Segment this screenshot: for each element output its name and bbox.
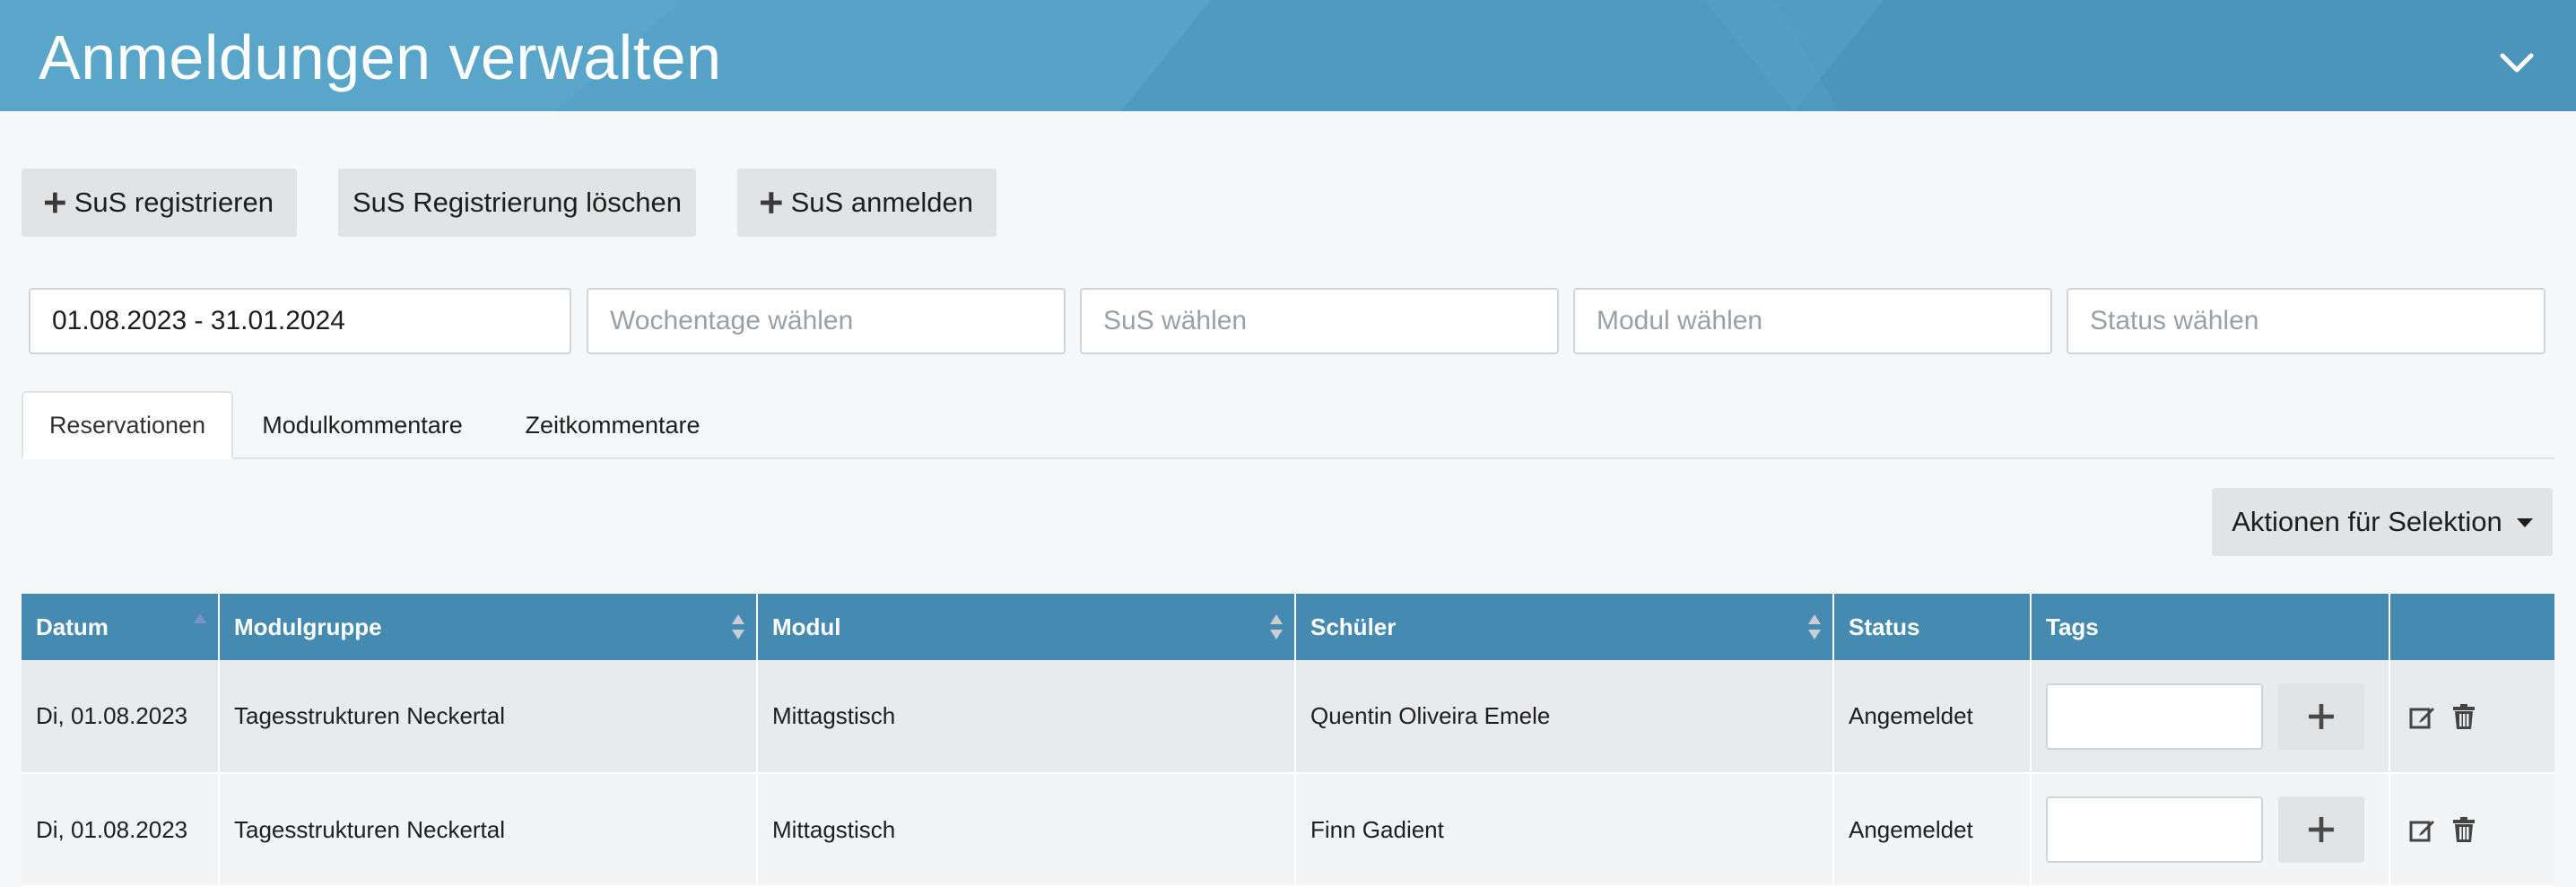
sort-ascending-icon xyxy=(194,613,206,623)
cell-module-group: Tagesstrukturen Neckertal xyxy=(219,660,758,774)
table-header-row: Datum Modulgruppe Modul Schüler Status T… xyxy=(22,594,2554,660)
tag-input[interactable] xyxy=(2046,683,2263,750)
chevron-down-icon[interactable] xyxy=(2497,43,2537,83)
table-row[interactable]: Di, 01.08.2023 Tagesstrukturen Neckertal… xyxy=(22,773,2554,887)
plus-icon xyxy=(45,192,65,213)
column-header-tags-label: Tags xyxy=(2046,613,2099,640)
column-header-student[interactable]: Schüler xyxy=(1295,594,1834,660)
reservations-table: Datum Modulgruppe Modul Schüler Status T… xyxy=(22,594,2554,887)
page-header: Anmeldungen verwalten xyxy=(0,0,2576,111)
plus-icon xyxy=(2309,703,2335,729)
trash-icon[interactable] xyxy=(2450,702,2478,731)
column-header-module-group-label: Modulgruppe xyxy=(234,613,382,640)
delete-registration-button[interactable]: SuS Registrierung löschen xyxy=(338,169,696,237)
enroll-students-label: SuS anmelden xyxy=(790,187,973,218)
page-title: Anmeldungen verwalten xyxy=(39,22,722,92)
cell-student: Finn Gadient xyxy=(1295,773,1834,887)
student-select[interactable] xyxy=(1080,288,1559,354)
table-row[interactable]: Di, 01.08.2023 Tagesstrukturen Neckertal… xyxy=(22,660,2554,774)
cell-status: Angemeldet xyxy=(1833,773,2032,887)
sort-icon xyxy=(1270,614,1283,639)
register-students-button[interactable]: SuS registrieren xyxy=(22,169,297,237)
column-header-student-label: Schüler xyxy=(1310,613,1397,640)
tab-time-comments-label: Zeitkommentare xyxy=(525,411,701,439)
cell-status: Angemeldet xyxy=(1833,660,2032,774)
add-tag-button[interactable] xyxy=(2278,683,2365,750)
column-header-date[interactable]: Datum xyxy=(22,594,220,660)
selection-actions-dropdown[interactable]: Aktionen für Selektion xyxy=(2212,488,2553,556)
trash-icon[interactable] xyxy=(2450,815,2478,844)
sort-icon xyxy=(732,614,744,639)
tab-module-comments-label: Modulkommentare xyxy=(262,411,463,439)
cell-module: Mittagstisch xyxy=(757,660,1296,774)
tab-reservations-label: Reservationen xyxy=(48,411,206,439)
column-header-status: Status xyxy=(1833,594,2032,660)
column-header-date-label: Datum xyxy=(36,613,109,640)
tag-input[interactable] xyxy=(2046,796,2263,863)
cell-module: Mittagstisch xyxy=(757,773,1296,887)
column-header-tags: Tags xyxy=(2031,594,2390,660)
cell-student: Quentin Oliveira Emele xyxy=(1295,660,1834,774)
status-select[interactable] xyxy=(2067,288,2546,354)
add-tag-button[interactable] xyxy=(2278,796,2365,863)
column-header-module[interactable]: Modul xyxy=(757,594,1296,660)
weekday-select[interactable] xyxy=(587,288,1066,354)
selection-actions-label: Aktionen für Selektion xyxy=(2232,506,2502,537)
tab-reservations[interactable]: Reservationen xyxy=(22,391,233,459)
plus-icon xyxy=(2309,817,2335,842)
plus-icon xyxy=(761,192,782,213)
cell-date: Di, 01.08.2023 xyxy=(22,660,220,774)
cell-date: Di, 01.08.2023 xyxy=(22,773,220,887)
register-students-label: SuS registrieren xyxy=(74,187,274,218)
edit-icon[interactable] xyxy=(2408,815,2437,844)
cell-row-actions xyxy=(2389,773,2554,887)
column-header-actions xyxy=(2389,594,2554,660)
column-header-status-label: Status xyxy=(1849,613,1920,640)
enroll-students-button[interactable]: SuS anmelden xyxy=(737,169,996,237)
cell-tags xyxy=(2031,660,2390,774)
delete-registration-label: SuS Registrierung löschen xyxy=(352,187,683,218)
cell-tags xyxy=(2031,773,2390,887)
column-header-module-label: Modul xyxy=(772,613,841,640)
tab-time-comments[interactable]: Zeitkommentare xyxy=(492,391,734,459)
column-header-module-group[interactable]: Modulgruppe xyxy=(219,594,758,660)
edit-icon[interactable] xyxy=(2408,702,2437,731)
module-select[interactable] xyxy=(1573,288,2052,354)
cell-row-actions xyxy=(2389,660,2554,774)
sort-icon xyxy=(1808,614,1821,639)
tab-module-comments[interactable]: Modulkommentare xyxy=(235,391,490,459)
date-range-input[interactable] xyxy=(29,288,571,354)
cell-module-group: Tagesstrukturen Neckertal xyxy=(219,773,758,887)
caret-down-icon xyxy=(2516,518,2533,527)
